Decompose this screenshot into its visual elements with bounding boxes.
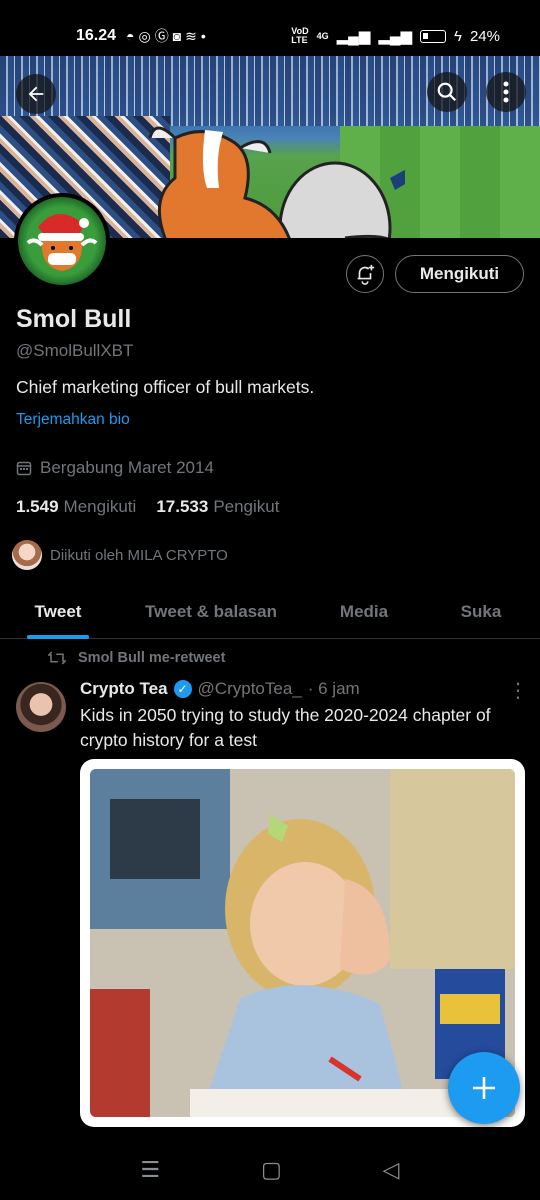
instagram-icon: ◙ (172, 28, 186, 44)
search-button[interactable] (427, 72, 467, 112)
status-time: 16.24 (76, 27, 117, 44)
profile-bio: Chief marketing officer of bull markets. (16, 377, 315, 397)
joined-date: Bergabung Maret 2014 (16, 458, 214, 478)
plus-icon (473, 1077, 495, 1099)
more-vertical-icon (503, 81, 509, 103)
tab-likes[interactable]: Suka (422, 585, 540, 639)
wifi-broadcast-icon: ≋ (185, 28, 201, 44)
tweet-more-icon[interactable]: ⋮ (508, 678, 528, 703)
retweet-icon (48, 651, 66, 665)
calendar-icon (16, 461, 32, 476)
tweet-header: Crypto Tea ✓ @CryptoTea_ · 6 jam (80, 679, 360, 699)
tweet-handle: @CryptoTea_ (197, 679, 302, 698)
signal-icon: ▂▄▆ (336, 28, 371, 45)
profile-handle: @SmolBullXBT (16, 341, 134, 360)
crying-girl-image (90, 769, 515, 1117)
followed-by[interactable]: Diikuti oleh MILA CRYPTO (12, 540, 228, 570)
follower-avatar (12, 540, 42, 570)
avatar (18, 197, 106, 285)
status-bar: 16.24 ◓◎Ⓖ◙≋• VoD LTE 4G ▂▄▆ ▂▄▆ ϟ 24% (0, 0, 540, 56)
notification-icons: ◓◎Ⓖ◙≋• (126, 26, 210, 46)
search-icon (437, 82, 457, 102)
battery-percent: 24% (469, 27, 500, 45)
bull-illustration (148, 126, 405, 238)
arrow-left-icon (28, 86, 44, 102)
back-button[interactable] (16, 74, 56, 114)
home-icon[interactable]: ▢ (261, 1157, 282, 1183)
followers-count: 17.533 (156, 497, 209, 516)
more-options-button[interactable] (486, 72, 526, 112)
discord-icon: ◓ (126, 28, 139, 44)
tab-tweet[interactable]: Tweet (0, 585, 116, 639)
tab-tweet-replies[interactable]: Tweet & balasan (116, 585, 306, 639)
system-navigation-bar: ☰ ▢ ◁ (0, 1140, 540, 1200)
tweet-text: Kids in 2050 trying to study the 2020-20… (80, 705, 491, 750)
following-count-link[interactable]: 1.549 Mengikuti (16, 497, 136, 517)
retweet-label: Smol Bull me-retweet (78, 650, 226, 666)
followers-count-link[interactable]: 17.533 Pengikut (156, 497, 279, 517)
following-button[interactable]: Mengikuti (395, 255, 524, 293)
tweet-author-avatar[interactable] (16, 682, 66, 732)
followers-label: Pengikut (213, 497, 280, 516)
charging-icon: ϟ (454, 27, 462, 45)
joined-text: Bergabung Maret 2014 (40, 458, 214, 477)
dot-icon: • (200, 28, 210, 44)
bell-plus-icon (357, 264, 375, 285)
camera-icon: ◎ (138, 28, 155, 44)
compose-tweet-button[interactable] (448, 1052, 520, 1124)
retweet-indicator: Smol Bull me-retweet (48, 650, 225, 666)
profile-tabs: Tweet Tweet & balasan Media Suka (0, 585, 540, 639)
back-triangle-icon[interactable]: ◁ (383, 1157, 400, 1183)
profile-name: Smol Bull (16, 305, 132, 333)
battery-icon (420, 29, 447, 43)
verified-badge-icon: ✓ (173, 680, 192, 698)
tweet-photo (90, 769, 515, 1117)
profile-avatar[interactable] (14, 193, 110, 289)
translate-bio-link[interactable]: Terjemahkan bio (16, 411, 130, 429)
followed-by-text: Diikuti oleh MILA CRYPTO (50, 546, 228, 564)
status-right: VoD LTE 4G ▂▄▆ ▂▄▆ ϟ 24% (291, 26, 500, 46)
tweet-author-name[interactable]: Crypto Tea (80, 679, 168, 699)
tweet-time: · 6 jam (307, 679, 360, 698)
network-label: 4G (316, 30, 329, 41)
follow-counts: 1.549 Mengikuti 17.533 Pengikut (16, 497, 279, 517)
bull-avatar-icon (26, 213, 98, 271)
following-label: Mengikuti (63, 497, 137, 516)
recent-apps-icon[interactable]: ☰ (140, 1157, 160, 1183)
google-icon: Ⓖ (154, 28, 173, 44)
notification-bell-button[interactable] (346, 255, 384, 293)
volte-icon: VoD LTE (291, 26, 309, 45)
signal2-icon: ▂▄▆ (378, 28, 413, 45)
following-count: 1.549 (16, 497, 59, 516)
tab-media[interactable]: Media (306, 585, 422, 639)
